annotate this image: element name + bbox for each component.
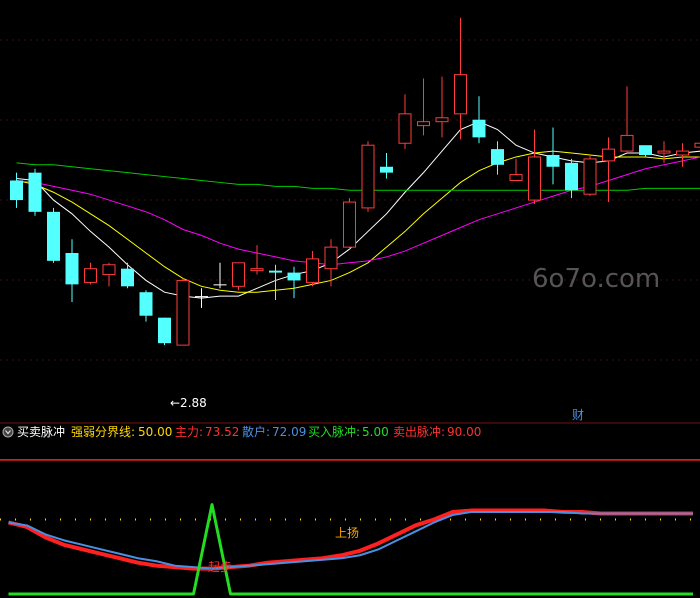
indicator-field-value: 72.09 (272, 425, 306, 439)
candle-body (195, 296, 208, 298)
candle-body (84, 268, 97, 283)
annotation-rising: 上扬 (335, 525, 359, 540)
candle-body (472, 119, 486, 138)
indicator-field-value: 73.52 (205, 425, 239, 439)
candle-body (694, 142, 700, 148)
indicator-field-value: 90.00 (447, 425, 481, 439)
candle-body (28, 172, 42, 212)
candle-body (602, 148, 615, 162)
candle-body (232, 262, 245, 287)
chart-background (0, 0, 700, 598)
candle-body (269, 270, 282, 273)
event-marker[interactable]: 财 (572, 408, 584, 422)
candle (232, 262, 245, 291)
low-price-label: ←2.88 (170, 396, 207, 410)
candle-body (306, 258, 319, 283)
candle-body (546, 155, 560, 167)
candle (176, 278, 190, 346)
candle (158, 317, 171, 346)
indicator-name[interactable]: 买卖脉冲 (17, 424, 65, 439)
candle-body (454, 74, 467, 115)
candle-body (139, 292, 153, 316)
candle (28, 168, 42, 216)
candle-body (676, 150, 689, 156)
annotation-start: 起步 (208, 560, 232, 574)
candle-body (213, 284, 227, 286)
candle-body (657, 150, 671, 154)
collapse-icon[interactable] (2, 426, 14, 438)
stock-chart: 6o7o.com ←2.88 财 买卖脉冲 强弱分界线: 50.00 主力: 7… (0, 0, 700, 598)
candle (583, 155, 597, 197)
candle-body (287, 272, 301, 281)
candle-body (380, 166, 393, 173)
candle-body (435, 117, 449, 123)
candle-body (176, 279, 190, 346)
candle-body (158, 317, 171, 344)
candle-body (121, 268, 134, 287)
indicator-field-label: 买入脉冲: (308, 424, 360, 439)
candle-body (620, 134, 634, 152)
indicator-field-value: 50.00 (138, 425, 172, 439)
candle (47, 207, 60, 263)
candle-body (10, 180, 23, 201)
watermark: 6o7o.com (532, 264, 660, 294)
candle (361, 141, 375, 212)
candle-body (343, 201, 356, 248)
candle-body (509, 174, 523, 181)
indicator-field-label: 卖出脉冲: (393, 424, 445, 439)
candle-body (47, 211, 60, 261)
indicator-field-label: 强弱分界线: (71, 425, 135, 439)
candle-body (65, 253, 79, 285)
candle-body (102, 264, 116, 276)
candle-body (361, 144, 375, 209)
indicator-field-label: 主力: (175, 425, 203, 439)
candle-body (565, 162, 578, 191)
candle-body (417, 121, 430, 127)
indicator-field-value: 5.00 (362, 425, 389, 439)
candle (343, 198, 356, 250)
candle-body (250, 268, 264, 272)
indicator-field-label: 散户: (242, 424, 270, 439)
candle-body (583, 158, 597, 195)
candle-body (639, 145, 652, 155)
candle-body (398, 113, 412, 144)
indicator-header: 买卖脉冲 强弱分界线: 50.00 主力: 73.52 散户: 72.09 买入… (2, 424, 481, 439)
candle-body (528, 156, 541, 201)
candle-body (491, 149, 504, 165)
candle-body (324, 246, 338, 270)
